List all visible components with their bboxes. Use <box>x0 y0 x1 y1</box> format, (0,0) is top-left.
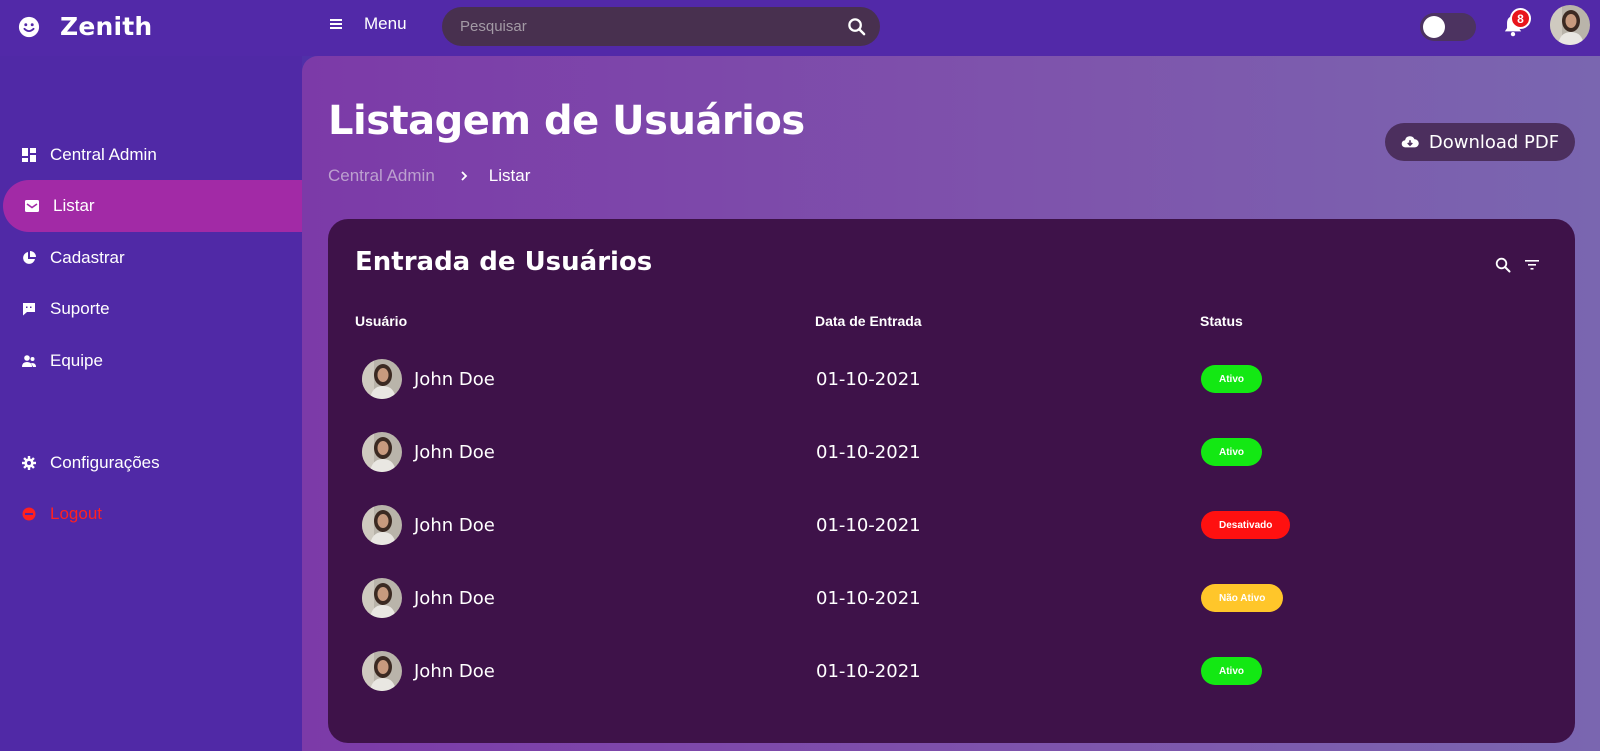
download-pdf-button[interactable]: Download PDF <box>1385 123 1575 161</box>
search-icon[interactable] <box>847 17 866 36</box>
avatar[interactable] <box>1550 5 1590 45</box>
user-photo <box>362 432 402 472</box>
status-badge: Ativo <box>1201 365 1262 393</box>
team-icon <box>22 355 36 367</box>
sidebar-item-label: Configurações <box>50 453 160 472</box>
status-badge: Desativado <box>1201 511 1291 539</box>
search-input[interactable] <box>442 7 822 46</box>
logout-icon <box>22 507 36 521</box>
top-bar: Zenith Menu 8 <box>0 0 1600 56</box>
menu-button[interactable]: Menu <box>328 14 407 34</box>
avatar <box>362 359 402 399</box>
avatar <box>362 651 402 691</box>
table-row[interactable]: John Doe 01-10-2021 Ativo <box>328 635 1575 709</box>
brand[interactable]: Zenith <box>18 12 152 41</box>
user-photo <box>362 651 402 691</box>
avatar <box>362 578 402 618</box>
search-icon[interactable] <box>1495 257 1511 273</box>
sidebar-item-label: Central Admin <box>50 145 157 164</box>
sidebar: Central Admin Listar Cadastrar Suporte E… <box>0 56 302 751</box>
chat-icon <box>23 303 35 316</box>
user-name: John Doe <box>414 442 495 463</box>
gear-icon <box>22 456 36 470</box>
user-photo <box>362 359 402 399</box>
status-badge: Não Ativo <box>1201 584 1284 612</box>
breadcrumb-current: Listar <box>488 166 531 185</box>
user-name: John Doe <box>414 661 495 682</box>
brand-name: Zenith <box>60 12 153 41</box>
page-title: Listagem de Usuários <box>328 98 805 144</box>
table-row[interactable]: John Doe 01-10-2021 Ativo <box>328 343 1575 417</box>
smile-icon <box>18 16 40 37</box>
sidebar-item-label: Suporte <box>50 299 110 318</box>
user-name: John Doe <box>414 588 495 609</box>
sidebar-item-label: Listar <box>53 196 95 215</box>
sidebar-item-label: Equipe <box>50 351 103 370</box>
inbox-icon <box>25 200 39 212</box>
entry-date: 01-10-2021 <box>816 369 921 390</box>
menu-label: Menu <box>364 14 407 33</box>
sidebar-item-configuracoes[interactable]: Configurações <box>0 437 302 489</box>
breadcrumb-parent[interactable]: Central Admin <box>328 166 435 186</box>
table-row[interactable]: John Doe 01-10-2021 Não Ativo <box>328 562 1575 636</box>
table-row[interactable]: John Doe 01-10-2021 Ativo <box>328 416 1575 490</box>
user-name: John Doe <box>414 369 495 390</box>
sidebar-item-label: Logout <box>50 504 102 523</box>
sidebar-item-central-admin[interactable]: Central Admin <box>0 129 302 181</box>
hamburger-icon <box>330 19 342 29</box>
user-photo <box>1550 5 1590 45</box>
entry-date: 01-10-2021 <box>816 515 921 536</box>
sidebar-item-label: Cadastrar <box>50 248 125 267</box>
cloud-download-icon <box>1401 136 1419 148</box>
user-photo <box>362 505 402 545</box>
notification-badge: 8 <box>1510 8 1531 29</box>
column-header-date[interactable]: Data de Entrada <box>815 313 922 329</box>
filter-icon[interactable] <box>1525 259 1539 271</box>
user-photo <box>362 578 402 618</box>
breadcrumb: Central Admin Listar <box>328 166 530 186</box>
table-title: Entrada de Usuários <box>355 247 653 277</box>
toggle-knob <box>1423 16 1445 38</box>
sidebar-item-suporte[interactable]: Suporte <box>0 283 302 335</box>
avatar <box>362 432 402 472</box>
dashboard-icon <box>22 148 36 162</box>
user-name: John Doe <box>414 515 495 536</box>
column-header-status[interactable]: Status <box>1200 313 1243 329</box>
table-row[interactable]: John Doe 01-10-2021 Desativado <box>328 489 1575 563</box>
search-bar <box>442 7 880 46</box>
main-content: Listagem de Usuários Central Admin Lista… <box>302 56 1600 751</box>
entry-date: 01-10-2021 <box>816 588 921 609</box>
sidebar-item-cadastrar[interactable]: Cadastrar <box>0 232 302 284</box>
status-badge: Ativo <box>1201 657 1262 685</box>
sidebar-item-equipe[interactable]: Equipe <box>0 335 302 387</box>
entry-date: 01-10-2021 <box>816 661 921 682</box>
entry-date: 01-10-2021 <box>816 442 921 463</box>
users-table-card: Entrada de Usuários Usuário Data de Entr… <box>328 219 1575 743</box>
sidebar-item-listar[interactable]: Listar <box>3 180 302 232</box>
avatar <box>362 505 402 545</box>
column-header-user[interactable]: Usuário <box>355 313 407 329</box>
download-pdf-label: Download PDF <box>1428 131 1560 153</box>
status-badge: Ativo <box>1201 438 1262 466</box>
sidebar-item-logout[interactable]: Logout <box>0 488 302 540</box>
theme-toggle[interactable] <box>1420 13 1476 41</box>
chevron-right-icon <box>461 171 468 181</box>
pie-chart-icon <box>23 251 36 264</box>
